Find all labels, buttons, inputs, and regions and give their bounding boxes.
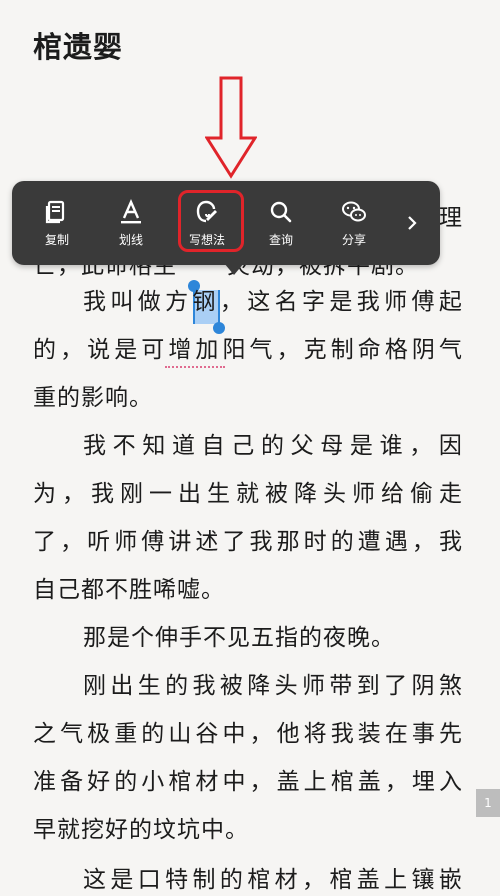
toolbar-pointer (224, 263, 244, 275)
text-line: 这是口特制的棺材，棺盖上镶嵌 (83, 867, 462, 893)
text-line: 的，说是可增加阳气，克制命格阴气 (33, 337, 462, 363)
idea-underline (165, 366, 225, 368)
copy-icon (45, 200, 65, 223)
chapter-title: 棺遗婴 (33, 30, 124, 64)
text-line: 我叫做方钢，这名字是我师傅起 (83, 289, 462, 315)
chevron-right-icon (408, 216, 417, 230)
underline-label: 划线 (118, 232, 143, 247)
share-button[interactable]: 分享 (319, 181, 389, 265)
page-badge: 1 (476, 789, 500, 817)
underline-icon (121, 198, 141, 223)
copy-button[interactable]: 复制 (22, 181, 92, 265)
more-button[interactable] (392, 181, 432, 265)
search-icon (270, 201, 292, 222)
lookup-label: 查询 (268, 232, 293, 247)
text-line: 那是个伸手不见五指的夜晚。 (83, 625, 395, 651)
text-line: 早就挖好的坟坑中。 (33, 817, 249, 843)
annotation-highlight-box (178, 190, 244, 252)
text-line: 为，我刚一出生就被降头师给偷走 (33, 481, 462, 507)
text-line: 刚出生的我被降头师带到了阴煞 (83, 673, 462, 699)
copy-label: 复制 (44, 232, 69, 247)
text-line: 之气极重的山谷中，他将我装在事先 (33, 721, 462, 747)
selection-end-handle[interactable] (213, 322, 225, 334)
text-fragment: 理 (439, 205, 462, 231)
text-line: 重的影响。 (33, 385, 153, 411)
annotation-down-arrow-icon (205, 76, 257, 179)
wechat-icon (342, 201, 366, 221)
text-line: 了，听师傅讲述了我那时的遭遇，我 (33, 529, 462, 555)
share-label: 分享 (341, 232, 366, 247)
text-line: 我不知道自己的父母是谁，因 (83, 433, 462, 459)
text-line: 准备好的小棺材中，盖上棺盖，埋入 (33, 769, 462, 795)
lookup-button[interactable]: 查询 (246, 181, 316, 265)
underline-button[interactable]: 划线 (96, 181, 166, 265)
text-line: 自己都不胜唏嘘。 (33, 577, 225, 603)
